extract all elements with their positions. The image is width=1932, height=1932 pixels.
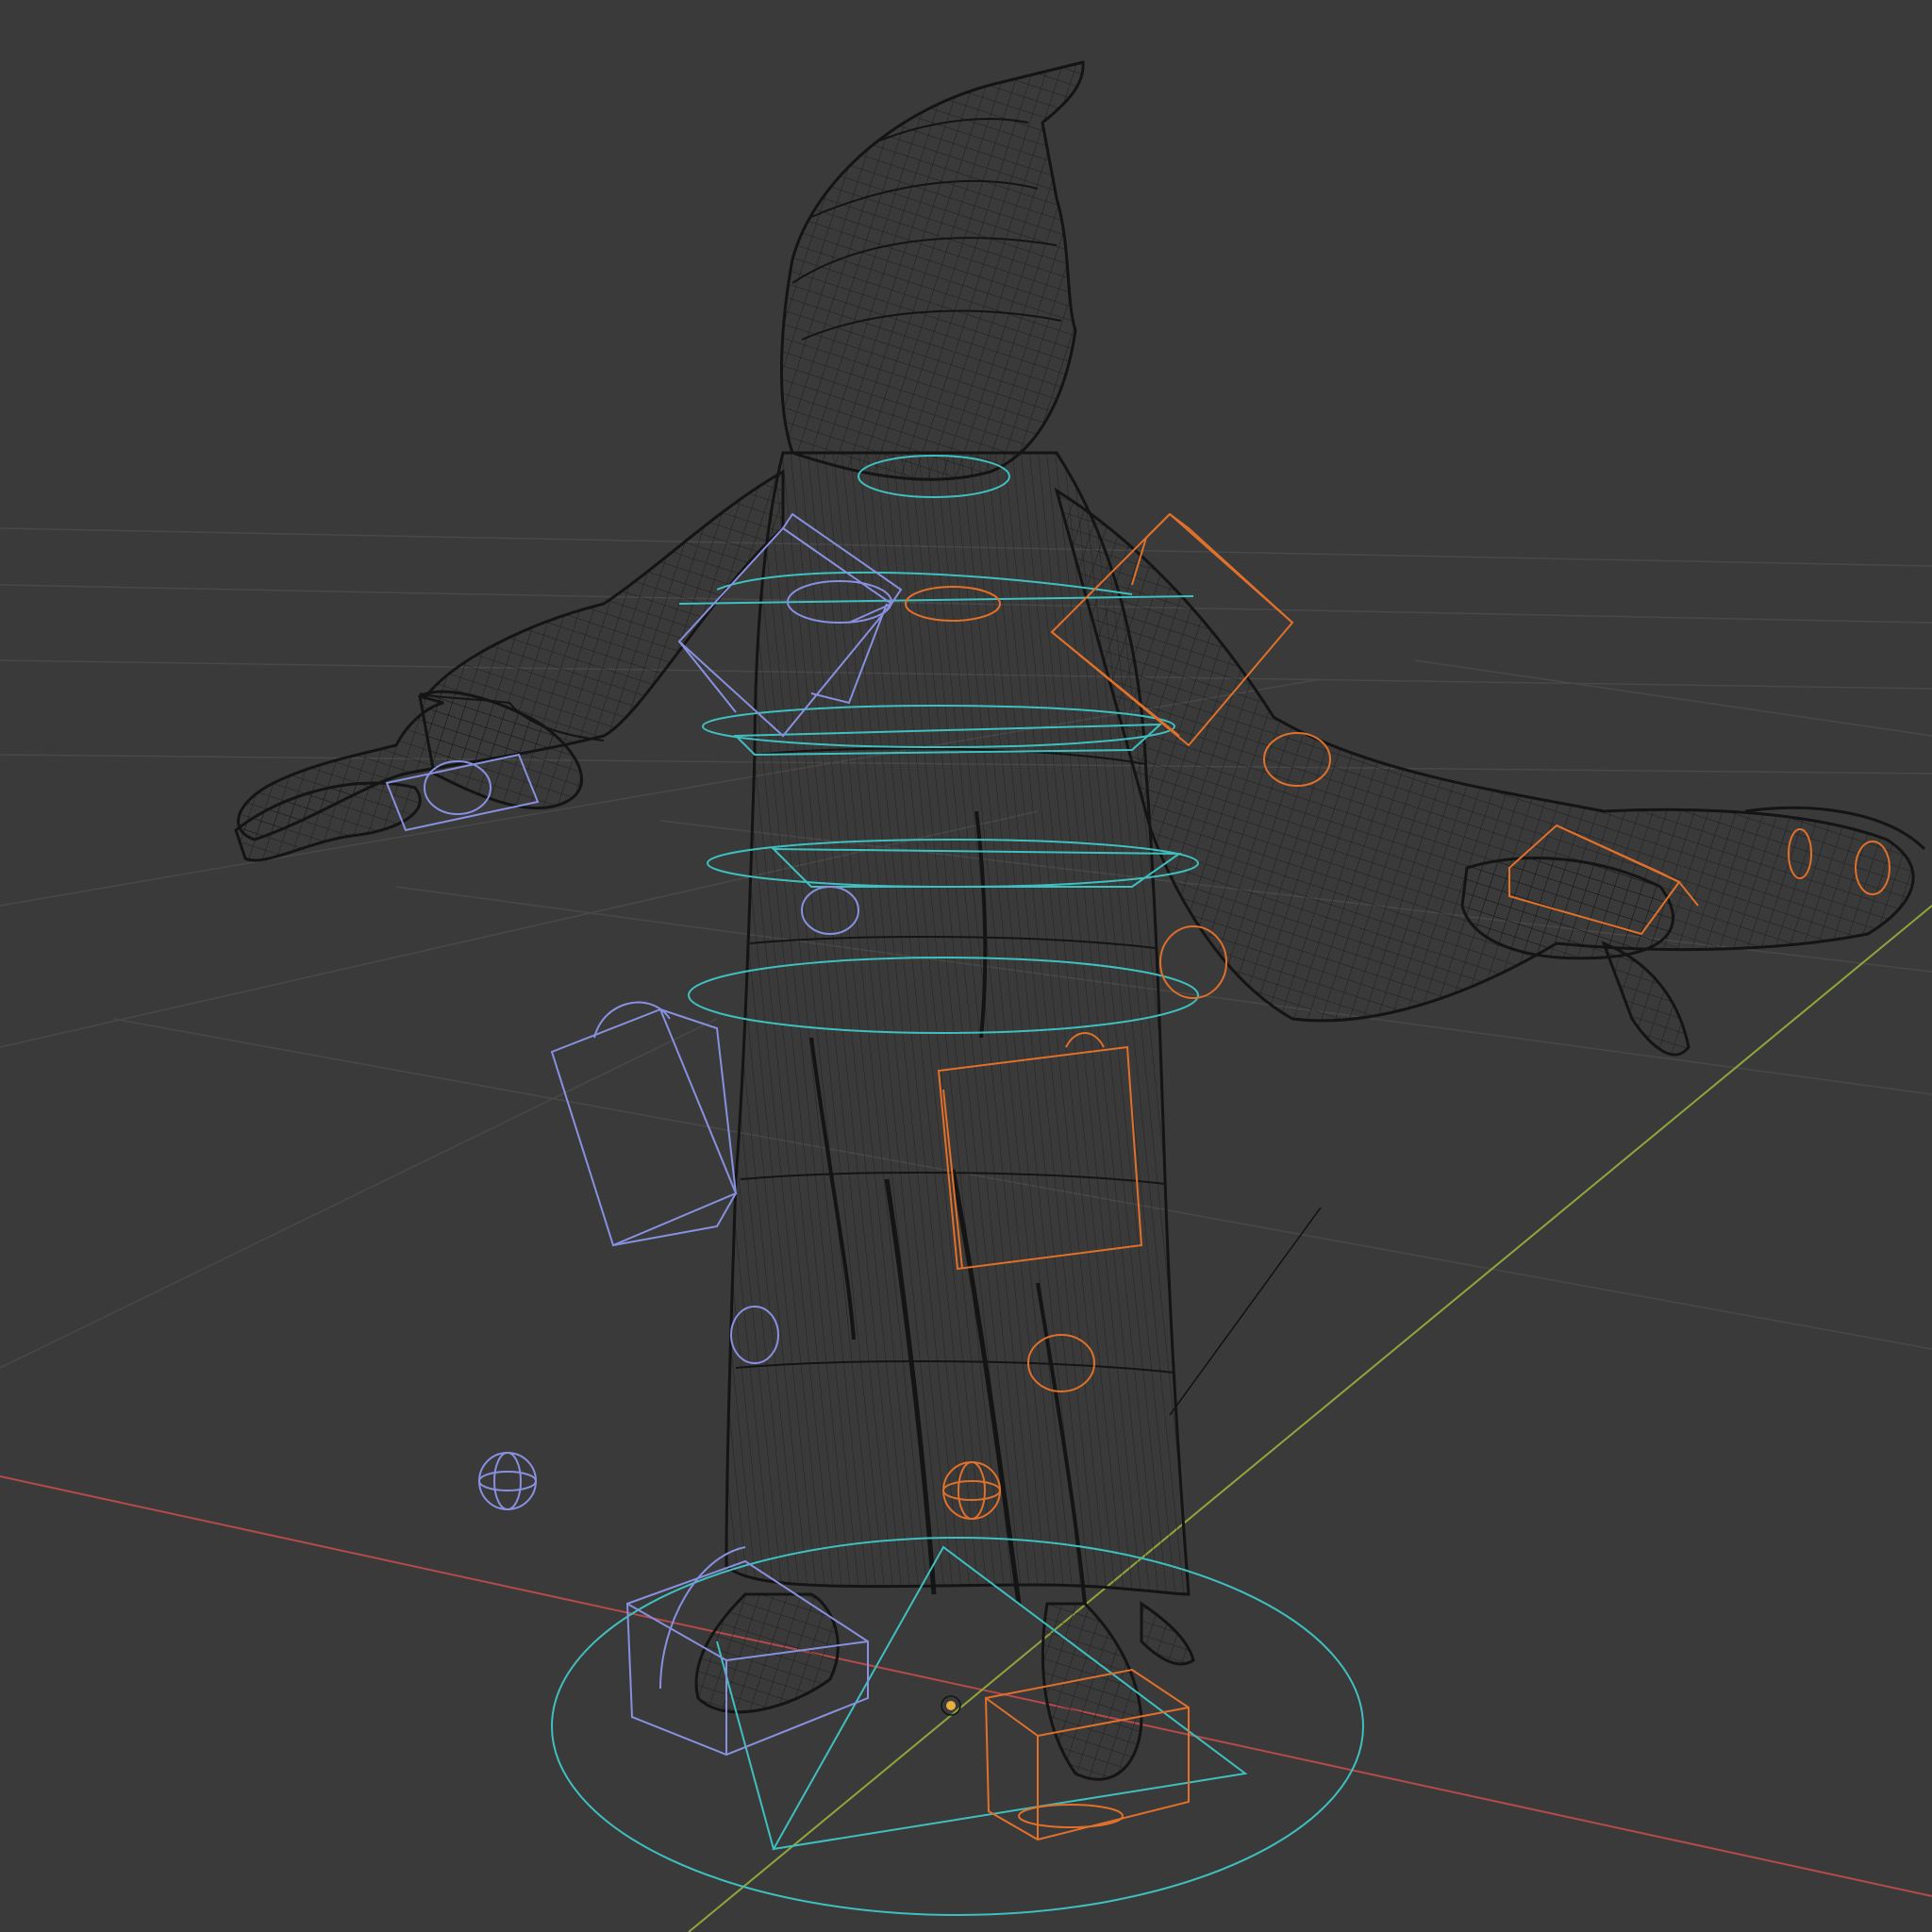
3d-viewport[interactable] (0, 0, 1932, 1932)
viewport-canvas[interactable] (0, 0, 1932, 1932)
left-pole-target (478, 1452, 537, 1510)
camera-guide-line (1169, 1207, 1322, 1416)
left-foot-mesh (694, 1592, 840, 1714)
object-origin[interactable] (941, 1695, 961, 1716)
right-arm-mesh (1054, 487, 1915, 1023)
wizard-mesh[interactable] (234, 60, 1926, 1781)
left-hip-bone (550, 1008, 738, 1247)
root-control-ring (551, 1537, 1364, 1916)
right-foot-mesh (1041, 1602, 1143, 1781)
